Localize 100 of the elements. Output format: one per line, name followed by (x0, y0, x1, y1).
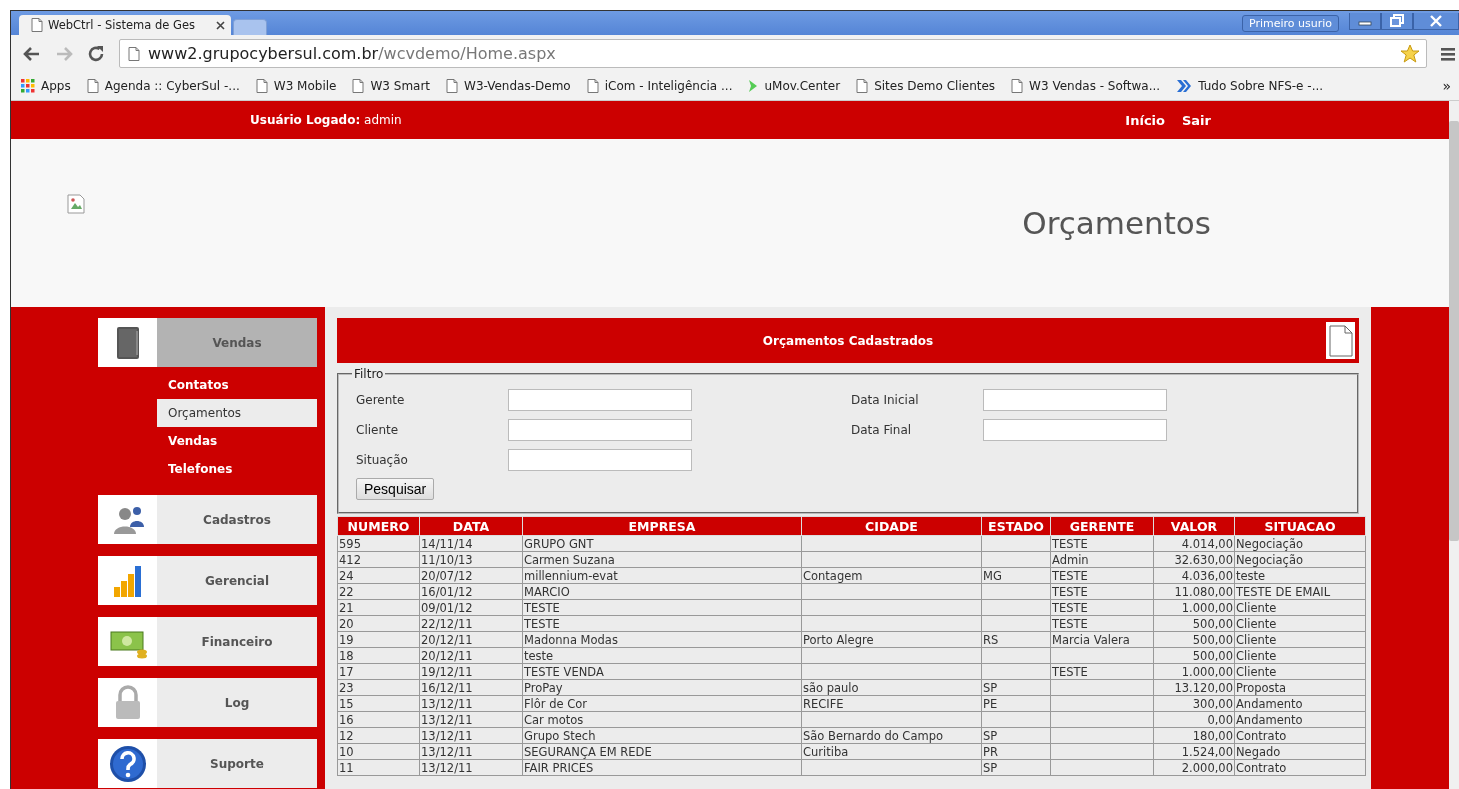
input-field[interactable] (508, 449, 692, 471)
table-cell: 15 (337, 695, 420, 712)
table-cell: Proposta (1234, 679, 1366, 696)
column-header: GERENTE (1050, 516, 1154, 536)
table-cell: Cliente (1234, 647, 1366, 664)
table-cell: Cliente (1234, 631, 1366, 648)
table-cell: 13/12/11 (419, 743, 523, 760)
table-cell: 4.014,00 (1153, 535, 1235, 552)
bookmark[interactable]: iCom - Inteligência ... (586, 79, 733, 93)
input-field[interactable] (983, 419, 1167, 441)
page-icon (255, 79, 268, 93)
header-link[interactable]: Início (1125, 112, 1165, 128)
menu-section[interactable]: Cadastros (98, 495, 317, 544)
close-icon (1413, 13, 1459, 30)
table-cell: 500,00 (1153, 615, 1235, 632)
field-label: Data Inicial (851, 393, 920, 407)
column-header: DATA (419, 516, 523, 536)
table-cell: TESTE (1050, 663, 1154, 680)
table-cell: Admin (1050, 551, 1154, 568)
table-cell: 22/12/11 (419, 615, 523, 632)
browser-tab[interactable]: WebCtrl - Sistema de Ges (19, 15, 231, 35)
address-bar[interactable]: www2.grupocybersul.com.br/wcvdemo/Home.aspx (119, 39, 1427, 68)
table-cell: TESTE (522, 599, 802, 616)
table-cell: 1.000,00 (1153, 663, 1235, 680)
menu-section[interactable]: Suporte (98, 739, 317, 788)
submenu-item[interactable]: Telefones (157, 455, 317, 483)
table-cell: 24 (337, 567, 420, 584)
table-cell: 1.000,00 (1153, 599, 1235, 616)
field-label: Gerente (356, 393, 406, 407)
bookmark[interactable]: Agenda :: CyberSul -... (86, 79, 240, 93)
header-link[interactable]: Sair (1182, 112, 1211, 128)
bookmark[interactable]: W3 Vendas - Softwa... (1011, 79, 1161, 93)
table-cell: 21 (337, 599, 420, 616)
table-cell: São Bernardo do Campo (801, 727, 982, 744)
table-cell: 300,00 (1153, 695, 1235, 712)
table-cell: 16 (337, 711, 420, 728)
page-icon (586, 79, 599, 93)
table-cell: Contrato (1234, 759, 1366, 776)
table-cell: MG (981, 567, 1051, 584)
table-cell: 13/12/11 (419, 695, 523, 712)
table-cell: Curitiba (801, 743, 982, 760)
bookmark[interactable]: Sites Demo Clientes (856, 79, 996, 93)
bookmark[interactable]: Apps (21, 79, 71, 93)
table-cell: GRUPO GNT (522, 535, 802, 552)
table-cell: RECIFE (801, 695, 982, 712)
table-cell: TESTE VENDA (522, 663, 802, 680)
chevron-icon (1176, 79, 1193, 93)
submenu-item[interactable]: Orçamentos (157, 399, 317, 427)
menu-section[interactable]: Gerencial (98, 556, 317, 605)
more-bookmarks-button[interactable]: » (1442, 78, 1451, 94)
table-cell: TESTE DE EMAIL (1234, 583, 1366, 600)
browser-tab[interactable] (233, 19, 267, 35)
panel-title: Orçamentos Cadastrados (762, 333, 934, 348)
submenu-item[interactable]: Contatos (157, 371, 317, 399)
menu-icon (1441, 46, 1455, 61)
page-icon (856, 79, 869, 93)
submenu-item[interactable]: Vendas (157, 427, 317, 455)
bookmark[interactable]: W3 Mobile (255, 79, 337, 93)
table-cell: 595 (337, 535, 420, 552)
bookmark[interactable]: uMov.Center (748, 79, 841, 93)
table-cell: 500,00 (1153, 647, 1235, 664)
menu-section[interactable]: Financeiro (98, 617, 317, 666)
bookmark[interactable]: W3-Vendas-Demo (446, 79, 571, 93)
table-cell: Cliente (1234, 615, 1366, 632)
bookmark[interactable]: W3 Smart (352, 79, 431, 93)
table-cell: Cliente (1234, 599, 1366, 616)
forward-icon (55, 45, 73, 62)
table-cell: 20/12/11 (419, 631, 523, 648)
table-cell: PR (981, 743, 1051, 760)
input-field[interactable] (508, 389, 692, 411)
table-cell: 19 (337, 631, 420, 648)
menu-section[interactable]: Vendas (98, 318, 317, 367)
column-header: SITUACAO (1234, 516, 1366, 536)
scrollbar[interactable] (1449, 101, 1459, 789)
url-text: www2.grupocybersul.com.br/wcvdemo/Home.aspx (148, 44, 556, 63)
table-cell: 16/01/12 (419, 583, 523, 600)
table-cell: 20/07/12 (419, 567, 523, 584)
new-document-button[interactable] (1324, 320, 1357, 361)
table-cell: Andamento (1234, 711, 1366, 728)
menu-section[interactable]: Log (98, 678, 317, 727)
input-field[interactable] (508, 419, 692, 441)
table-cell: 500,00 (1153, 631, 1235, 648)
table-cell: 412 (337, 551, 420, 568)
input-field[interactable] (983, 389, 1167, 411)
table-cell: 20/12/11 (419, 647, 523, 664)
table-cell: 11 (337, 759, 420, 776)
table-cell: 17 (337, 663, 420, 680)
search-button[interactable]: Pesquisar (356, 478, 435, 500)
column-header: CIDADE (801, 516, 982, 536)
table-cell: 22 (337, 583, 420, 600)
close-icon (216, 20, 225, 30)
table-cell: 180,00 (1153, 727, 1235, 744)
table-cell: 20 (337, 615, 420, 632)
page-icon (446, 79, 459, 93)
table-cell: 11/10/13 (419, 551, 523, 568)
table-cell: Carmen Suzana (522, 551, 802, 568)
table-cell: 12 (337, 727, 420, 744)
arrow-icon (748, 79, 759, 93)
bookmark[interactable]: Tudo Sobre NFS-e -... (1176, 79, 1324, 93)
field-label: Situação (356, 453, 409, 467)
